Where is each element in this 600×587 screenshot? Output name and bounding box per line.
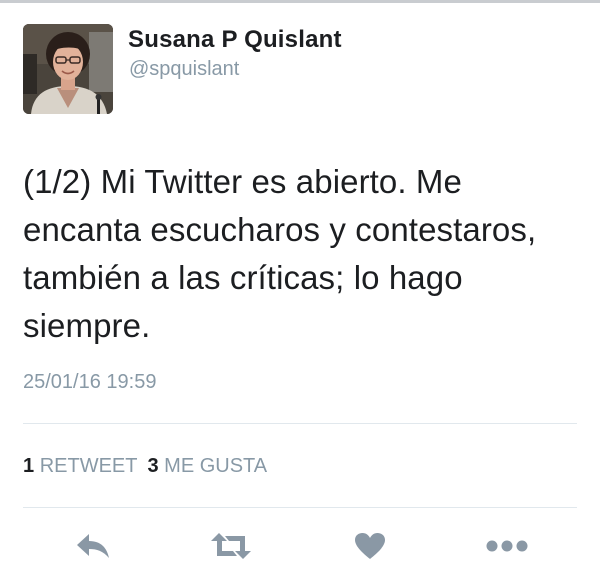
like-stat[interactable]: 3 ME GUSTA — [147, 455, 267, 477]
heart-icon — [355, 533, 385, 559]
more-button[interactable] — [483, 528, 531, 564]
retweets-label: RETWEET — [39, 455, 138, 477]
retweet-button[interactable] — [208, 528, 254, 564]
display-name[interactable]: Susana P Quislant — [128, 26, 342, 54]
tweet-card: Susana P Quislant @spquislant (1/2) Mi T… — [0, 0, 600, 587]
retweets-count: 1 — [23, 455, 35, 477]
tweet-stats: 1 RETWEET 3 ME GUSTA — [23, 455, 267, 478]
divider — [23, 423, 577, 424]
likes-count: 3 — [147, 455, 159, 477]
retweet-icon — [211, 533, 251, 559]
profile-photo-icon — [23, 24, 113, 114]
tweet-text: (1/2) Mi Twitter es abierto. Me encanta … — [23, 163, 537, 344]
reply-icon — [77, 534, 109, 558]
avatar[interactable] — [23, 24, 113, 114]
user-handle[interactable]: @spquislant — [129, 58, 239, 81]
tweet-actions — [0, 528, 600, 564]
likes-label: ME GUSTA — [164, 455, 268, 477]
retweet-stat[interactable]: 1 RETWEET — [23, 455, 137, 477]
divider — [23, 507, 577, 508]
like-button[interactable] — [351, 528, 389, 564]
more-dots-icon — [486, 540, 528, 552]
reply-button[interactable] — [72, 528, 114, 564]
tweet-timestamp[interactable]: 25/01/16 19:59 — [23, 371, 156, 394]
